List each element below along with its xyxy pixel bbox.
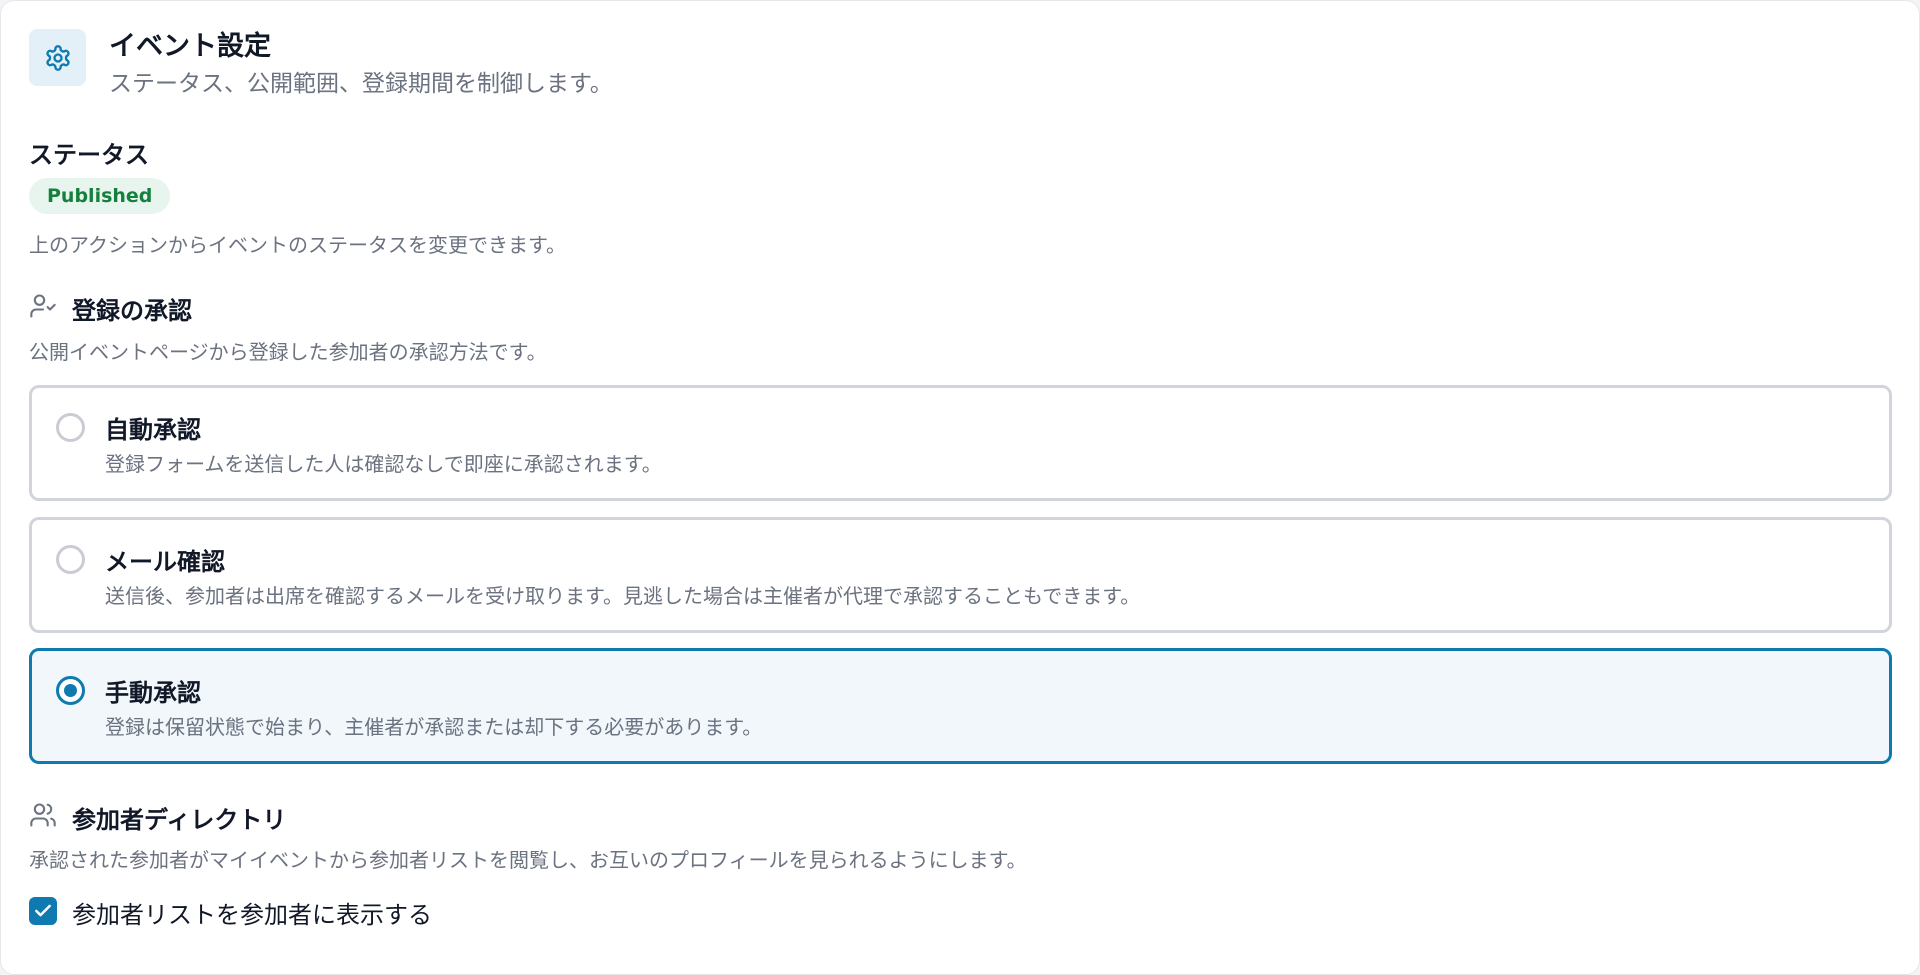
gear-icon	[45, 44, 70, 71]
settings-header: イベント設定 ステータス、公開範囲、登録期間を制御します。	[29, 29, 613, 97]
approval-option-auto[interactable]: 自動承認 登録フォームを送信した人は確認なしで即座に承認されます。	[29, 385, 1892, 501]
event-settings-card: イベント設定 ステータス、公開範囲、登録期間を制御します。 ステータス Publ…	[0, 0, 1920, 975]
status-badge: Published	[29, 178, 171, 214]
users-icon	[30, 803, 56, 827]
option-description: 登録は保留状態で始まり、主催者が承認または却下する必要があります。	[105, 715, 763, 739]
radio-button-selected[interactable]	[56, 676, 85, 705]
show-directory-checkbox[interactable]	[29, 897, 57, 925]
approval-description: 公開イベントページから登録した参加者の承認方法です。	[29, 340, 547, 364]
page-subtitle: ステータス、公開範囲、登録期間を制御します。	[109, 71, 613, 97]
status-hint: 上のアクションからイベントのステータスを変更できます。	[29, 233, 566, 257]
show-directory-label[interactable]: 参加者リストを参加者に表示する	[72, 895, 432, 930]
option-description: 登録フォームを送信した人は確認なしで即座に承認されます。	[105, 452, 662, 476]
check-icon	[35, 904, 51, 917]
option-title: 手動承認	[105, 679, 201, 707]
radio-button[interactable]	[56, 545, 85, 574]
option-description: 送信後、参加者は出席を確認するメールを受け取ります。見逃した場合は主催者が代理で…	[105, 584, 1141, 608]
page-title: イベント設定	[109, 31, 271, 62]
option-title: メール確認	[105, 548, 225, 576]
radio-dot	[64, 684, 77, 697]
directory-section-title: 参加者ディレクトリ	[72, 806, 287, 834]
status-section-title: ステータス	[29, 141, 149, 169]
radio-button[interactable]	[56, 413, 85, 442]
approval-section-title: 登録の承認	[72, 297, 192, 325]
directory-description: 承認された参加者がマイイベントから参加者リストを閲覧し、お互いのプロフィールを見…	[29, 848, 1027, 872]
approval-option-manual[interactable]: 手動承認 登録は保留状態で始まり、主催者が承認または却下する必要があります。	[29, 648, 1892, 764]
user-check-icon	[30, 294, 56, 318]
approval-option-email[interactable]: メール確認 送信後、参加者は出席を確認するメールを受け取ります。見逃した場合は主…	[29, 517, 1892, 633]
gear-icon-box	[29, 29, 86, 86]
option-title: 自動承認	[105, 416, 201, 444]
